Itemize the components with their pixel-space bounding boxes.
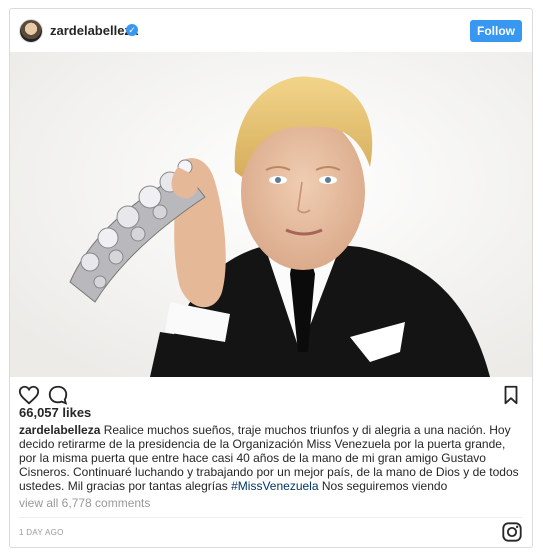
- follow-button[interactable]: Follow: [470, 20, 522, 42]
- post-photo-image: [10, 52, 532, 377]
- divider: [19, 517, 523, 518]
- avatar[interactable]: [19, 19, 43, 43]
- post-timestamp[interactable]: 1 DAY AGO: [19, 528, 64, 537]
- caption-username[interactable]: zardelabelleza: [19, 423, 100, 437]
- post-card: zardelabelleza ✓ Follow 66,057 likes zar…: [9, 8, 533, 548]
- like-count[interactable]: 66,057 likes: [19, 405, 91, 420]
- heart-icon[interactable]: [18, 384, 40, 406]
- username[interactable]: zardelabelleza: [50, 23, 138, 38]
- caption: zardelabelleza Realice muchos sueños, tr…: [19, 423, 524, 493]
- view-all-comments-link[interactable]: view all 6,778 comments: [19, 496, 150, 510]
- comment-bubble-icon[interactable]: [47, 384, 69, 406]
- verified-badge-icon: ✓: [126, 24, 138, 36]
- instagram-icon[interactable]: [501, 521, 523, 543]
- hashtag-link[interactable]: #MissVenezuela: [231, 479, 318, 493]
- caption-end: Nos seguiremos viendo: [321, 479, 448, 493]
- post-header: zardelabelleza ✓ Follow: [10, 9, 532, 53]
- bookmark-icon[interactable]: [500, 384, 522, 406]
- post-photo[interactable]: [10, 52, 532, 377]
